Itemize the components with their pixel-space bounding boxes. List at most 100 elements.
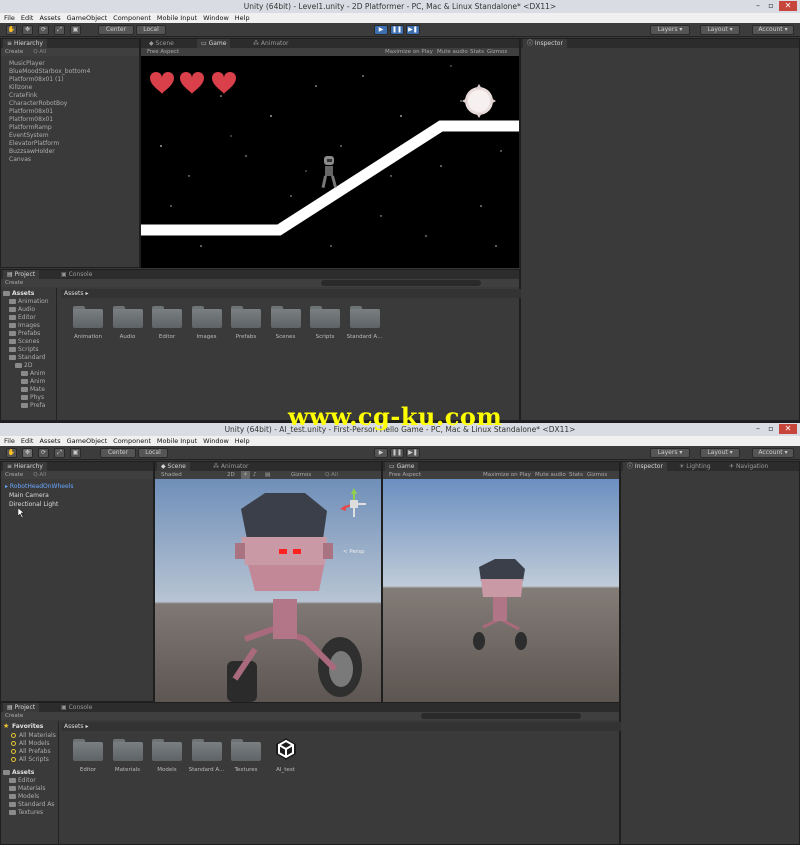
project-tree-item[interactable]: Prefabs [9,330,40,337]
project-tree-item[interactable]: Scripts [9,346,39,353]
maximize-icon[interactable]: ▫ [765,1,777,11]
tab-navigation[interactable]: ✈ Navigation [725,462,773,471]
tab-inspector[interactable]: ⓘ Inspector [523,39,567,48]
close-icon[interactable]: ✕ [779,424,797,434]
folder-icon[interactable] [349,306,380,328]
stats-toggle[interactable]: Stats [470,48,484,56]
2d-mode-toggle[interactable]: 2D [227,471,235,479]
hierarchy-item[interactable]: MusicPlayer [9,60,45,67]
step-button[interactable]: ▶❚ [406,448,420,458]
menu-edit[interactable]: Edit [21,437,34,445]
tab-scene[interactable]: ◆ Scene [145,39,178,48]
maximize-icon[interactable]: ▫ [765,424,777,434]
account-dropdown[interactable]: Account ▾ [752,25,794,35]
tab-animator[interactable]: ⁂ Animator [209,462,253,471]
menu-component[interactable]: Component [113,437,151,445]
pivot-center-button[interactable]: Center [98,25,134,35]
folder-icon[interactable] [231,739,261,761]
tab-game[interactable]: ▭ Game [385,462,419,471]
menu-assets[interactable]: Assets [39,437,60,445]
project-tree-item[interactable]: Anim [21,378,45,385]
rect-tool-icon[interactable]: ▣ [70,25,81,35]
game-viewport[interactable] [383,479,619,702]
tab-console[interactable]: ▣ Console [57,270,97,279]
shading-mode-dropdown[interactable]: Shaded [161,471,182,479]
tab-project[interactable]: ▤ Project [3,703,40,712]
rotate-tool-icon[interactable]: ⟳ [38,448,49,458]
menu-edit[interactable]: Edit [21,14,34,22]
menu-help[interactable]: Help [235,437,250,445]
tab-game[interactable]: ▭ Game [197,39,231,48]
scale-tool-icon[interactable]: ⤢ [54,25,65,35]
tab-project[interactable]: ▤ Project [3,270,40,279]
hierarchy-item[interactable]: Canvas [9,156,31,163]
tab-lighting[interactable]: ☀ Lighting [675,462,715,471]
rotate-tool-icon[interactable]: ⟳ [38,25,49,35]
hierarchy-item[interactable]: CharacterRobotBoy [9,100,67,107]
audio-toggle-icon[interactable]: ♪ [253,471,257,479]
pause-button[interactable]: ❚❚ [390,25,404,35]
layout-dropdown[interactable]: Layout ▾ [700,448,740,458]
folder-icon[interactable] [310,306,340,328]
folder-icon[interactable] [152,306,182,328]
maximize-on-play-toggle[interactable]: Maximize on Play [483,471,531,479]
hierarchy-item[interactable]: PlatformRamp [9,124,52,131]
menu-gameobject[interactable]: GameObject [67,14,108,22]
hierarchy-item[interactable]: BuzzsawHolder [9,148,55,155]
menu-help[interactable]: Help [235,14,250,22]
hierarchy-item[interactable]: Platform08x01 (1) [9,76,64,83]
tab-hierarchy[interactable]: ≡ Hierarchy [3,462,47,471]
menu-mobile-input[interactable]: Mobile Input [157,437,197,445]
menu-assets[interactable]: Assets [39,14,60,22]
gizmos-dropdown[interactable]: Gizmos [587,471,607,479]
minimize-icon[interactable]: – [752,1,764,11]
assets-breadcrumb[interactable]: Assets ▸ [61,289,521,298]
mute-audio-toggle[interactable]: Mute audio [437,48,468,56]
aspect-dropdown[interactable]: Free Aspect [389,471,421,479]
assets-breadcrumb[interactable]: Assets ▸ [61,722,621,731]
stats-toggle[interactable]: Stats [569,471,583,479]
create-dropdown[interactable]: Create [5,472,23,478]
maximize-on-play-toggle[interactable]: Maximize on Play [385,48,433,56]
play-button[interactable]: ▶ [374,25,388,35]
step-button[interactable]: ▶❚ [406,25,420,35]
folder-icon[interactable] [152,739,182,761]
project-tree-item[interactable]: Audio [9,306,35,313]
project-tree-item[interactable]: Anim [21,370,45,377]
folder-icon[interactable] [73,739,103,761]
hierarchy-search[interactable]: Q·All [33,49,46,55]
menu-window[interactable]: Window [203,437,229,445]
gizmos-dropdown[interactable]: Gizmos [487,48,507,56]
tab-hierarchy[interactable]: ≡ Hierarchy [3,39,47,48]
persp-label[interactable]: < Persp [343,549,364,555]
project-search-bar[interactable] [421,713,581,719]
project-tree-item[interactable]: Images [9,322,40,329]
hand-tool-icon[interactable]: ✋ [6,25,17,35]
pivot-local-button[interactable]: Local [136,25,166,35]
folder-icon[interactable] [270,306,301,328]
layers-dropdown[interactable]: Layers ▾ [650,25,690,35]
project-tree-item[interactable]: Standard [9,354,45,361]
folder-icon[interactable] [73,306,103,328]
folder-icon[interactable] [191,739,222,761]
pause-button[interactable]: ❚❚ [390,448,404,458]
project-tree-item[interactable]: Phys [21,394,44,401]
menu-gameobject[interactable]: GameObject [67,437,108,445]
project-tree-item[interactable]: Prefa [21,402,45,409]
favorite-item[interactable]: All Models [11,740,50,747]
menu-file[interactable]: File [4,14,15,22]
account-dropdown[interactable]: Account ▾ [752,448,794,458]
hierarchy-item[interactable]: Killzone [9,84,32,91]
pivot-local-button[interactable]: Local [138,448,168,458]
rect-tool-icon[interactable]: ▣ [70,448,81,458]
create-dropdown[interactable]: Create [5,49,23,55]
tab-scene[interactable]: ◆ Scene [157,462,190,471]
tab-inspector[interactable]: ⓘ Inspector [623,462,667,471]
folder-icon[interactable] [112,739,143,761]
folder-icon[interactable] [112,306,143,328]
menu-mobile-input[interactable]: Mobile Input [157,14,197,22]
hierarchy-item[interactable]: ▸ RobotHeadOnWheels [5,483,73,490]
minimize-icon[interactable]: – [752,424,764,434]
menu-file[interactable]: File [4,437,15,445]
assets-root-item[interactable]: Assets [3,290,34,297]
